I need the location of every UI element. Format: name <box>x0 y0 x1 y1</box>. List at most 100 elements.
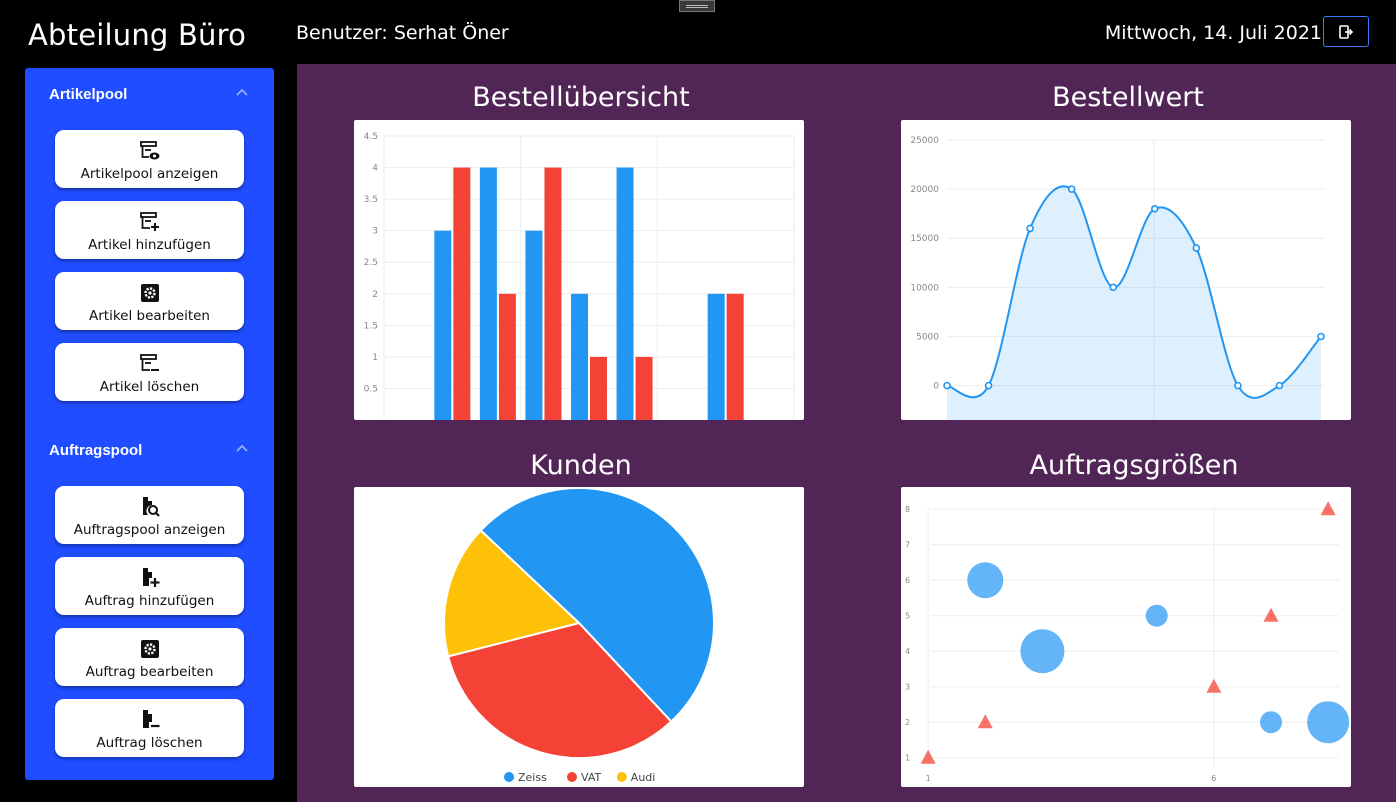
bubble <box>1145 604 1168 627</box>
legend-swatch <box>567 772 577 782</box>
y-tick-label: 2.5 <box>364 258 378 268</box>
auftragspool-anzeigen-button[interactable]: Auftragspool anzeigen <box>55 486 244 544</box>
y-tick-label: 20000 <box>910 185 939 195</box>
data-point <box>1109 283 1118 292</box>
y-tick-label: 2 <box>372 290 378 300</box>
data-point <box>1234 381 1242 390</box>
y-tick-label: 5000 <box>916 332 939 342</box>
legend-swatch <box>616 772 627 782</box>
y-tick-label: 5 <box>905 612 910 621</box>
area-fill <box>947 186 1321 420</box>
y-tick-label: 1.5 <box>364 321 378 331</box>
legend-label: Audi <box>631 771 656 784</box>
artikel-bearbeiten-button[interactable]: Artikel bearbeiten <box>55 272 244 330</box>
y-tick-label: 3 <box>372 227 378 237</box>
legend-label: Zeiss <box>518 771 547 784</box>
section-title: Artikelpool <box>49 86 128 103</box>
data-point <box>1026 224 1034 233</box>
bubble <box>1020 629 1065 674</box>
y-tick-label: 15000 <box>910 234 939 244</box>
scatter-chart-card: 1 2 3 4 5 6 7 8 1 6 <box>901 487 1351 787</box>
drag-handle[interactable] <box>679 0 715 12</box>
bubble <box>1260 711 1282 734</box>
section-auftragspool-header[interactable]: Auftragspool <box>49 440 249 462</box>
chart-title-bestellwert: Bestellwert <box>1052 82 1204 113</box>
button-label: Auftrag bearbeiten <box>85 664 214 680</box>
artikel-loeschen-button[interactable]: Artikel löschen <box>55 343 244 401</box>
y-tick-label: 3.5 <box>364 195 378 205</box>
sidebar: Artikelpool Artikelpool anzeigen Artikel… <box>25 68 274 780</box>
dashboard-area: Bestellübersicht Bestellwert Kunden Auft… <box>297 64 1396 802</box>
button-label: Artikelpool anzeigen <box>80 166 219 182</box>
button-label: Artikel hinzufügen <box>88 237 211 253</box>
y-tick-label: 4 <box>905 647 910 656</box>
y-tick-label: 8 <box>905 505 910 514</box>
chart-title-kunden: Kunden <box>530 450 632 481</box>
bar <box>726 293 744 420</box>
legend-label: VAT <box>581 771 601 784</box>
bubble-chart[interactable]: 1 2 3 4 5 6 7 8 1 6 <box>901 487 1351 787</box>
area-chart[interactable]: 0 5000 10000 15000 20000 25000 <box>901 120 1351 420</box>
order-search-icon <box>143 497 160 517</box>
y-tick-label: 4.5 <box>364 132 378 142</box>
data-point <box>1192 244 1201 252</box>
triangle-point <box>920 749 936 764</box>
bar <box>525 230 543 420</box>
artikelpool-anzeigen-button[interactable]: Artikelpool anzeigen <box>55 130 244 188</box>
auftrag-bearbeiten-button[interactable]: Auftrag bearbeiten <box>55 628 244 686</box>
bar <box>707 293 725 420</box>
app-title: Abteilung Büro <box>28 18 247 52</box>
logout-icon <box>1339 24 1354 39</box>
pie-chart[interactable]: Zeiss VAT Audi <box>354 487 804 787</box>
button-label: Artikel bearbeiten <box>89 308 210 324</box>
data-point <box>984 381 993 390</box>
x-tick-label: 6 <box>1211 774 1216 783</box>
button-label: Auftrag löschen <box>96 735 203 751</box>
bar <box>571 293 588 420</box>
bar <box>590 356 607 420</box>
archive-view-icon <box>140 141 160 160</box>
section-artikelpool-header[interactable]: Artikelpool <box>49 84 249 106</box>
y-tick-label: 7 <box>905 541 910 550</box>
pie-chart-card: Zeiss VAT Audi <box>354 487 804 787</box>
logout-button[interactable] <box>1323 16 1369 47</box>
y-tick-label: 4 <box>372 164 378 174</box>
bar <box>616 167 634 420</box>
bar <box>453 167 471 420</box>
current-date: Mittwoch, 14. Juli 2021 <box>1104 22 1322 44</box>
bar-chart[interactable]: 0.5 1 1.5 2 2.5 3 3.5 4 4.5 <box>354 120 804 420</box>
artikel-hinzufuegen-button[interactable]: Artikel hinzufügen <box>55 201 244 259</box>
auftrag-hinzufuegen-button[interactable]: Auftrag hinzufügen <box>55 557 244 615</box>
archive-remove-icon <box>140 354 159 371</box>
y-tick-label: 2 <box>905 718 910 727</box>
bubble <box>967 562 1004 599</box>
data-point <box>1317 332 1325 341</box>
gear-icon <box>141 284 159 302</box>
triangle-point <box>977 714 993 729</box>
current-user: Benutzer: Serhat Öner <box>296 22 509 44</box>
order-add-icon <box>143 568 160 587</box>
button-label: Auftragspool anzeigen <box>73 522 226 538</box>
order-remove-icon <box>143 710 160 728</box>
y-tick-label: 1 <box>372 353 378 363</box>
x-tick-label: 1 <box>926 774 931 783</box>
bar <box>434 230 452 420</box>
button-label: Auftrag hinzufügen <box>84 593 215 609</box>
chart-title-bestelluebersicht: Bestellübersicht <box>472 82 690 113</box>
data-point <box>1067 185 1076 193</box>
chevron-up-icon[interactable] <box>235 442 249 456</box>
y-tick-label: 0.5 <box>364 384 378 394</box>
data-point <box>1275 381 1284 390</box>
y-tick-label: 25000 <box>910 136 939 146</box>
top-bar: Abteilung Büro Benutzer: Serhat Öner Mit… <box>0 0 1396 64</box>
data-point <box>943 381 951 390</box>
triangle-point <box>1263 607 1279 622</box>
y-tick-label: 0 <box>933 382 939 392</box>
chevron-up-icon[interactable] <box>235 86 249 100</box>
gear-icon <box>141 640 159 658</box>
chart-title-auftragsgroessen: Auftragsgrößen <box>1029 450 1239 481</box>
bar-chart-card: 0.5 1 1.5 2 2.5 3 3.5 4 4.5 <box>354 120 804 420</box>
archive-add-icon <box>140 212 159 231</box>
auftrag-loeschen-button[interactable]: Auftrag löschen <box>55 699 244 757</box>
section-title: Auftragspool <box>49 442 143 459</box>
